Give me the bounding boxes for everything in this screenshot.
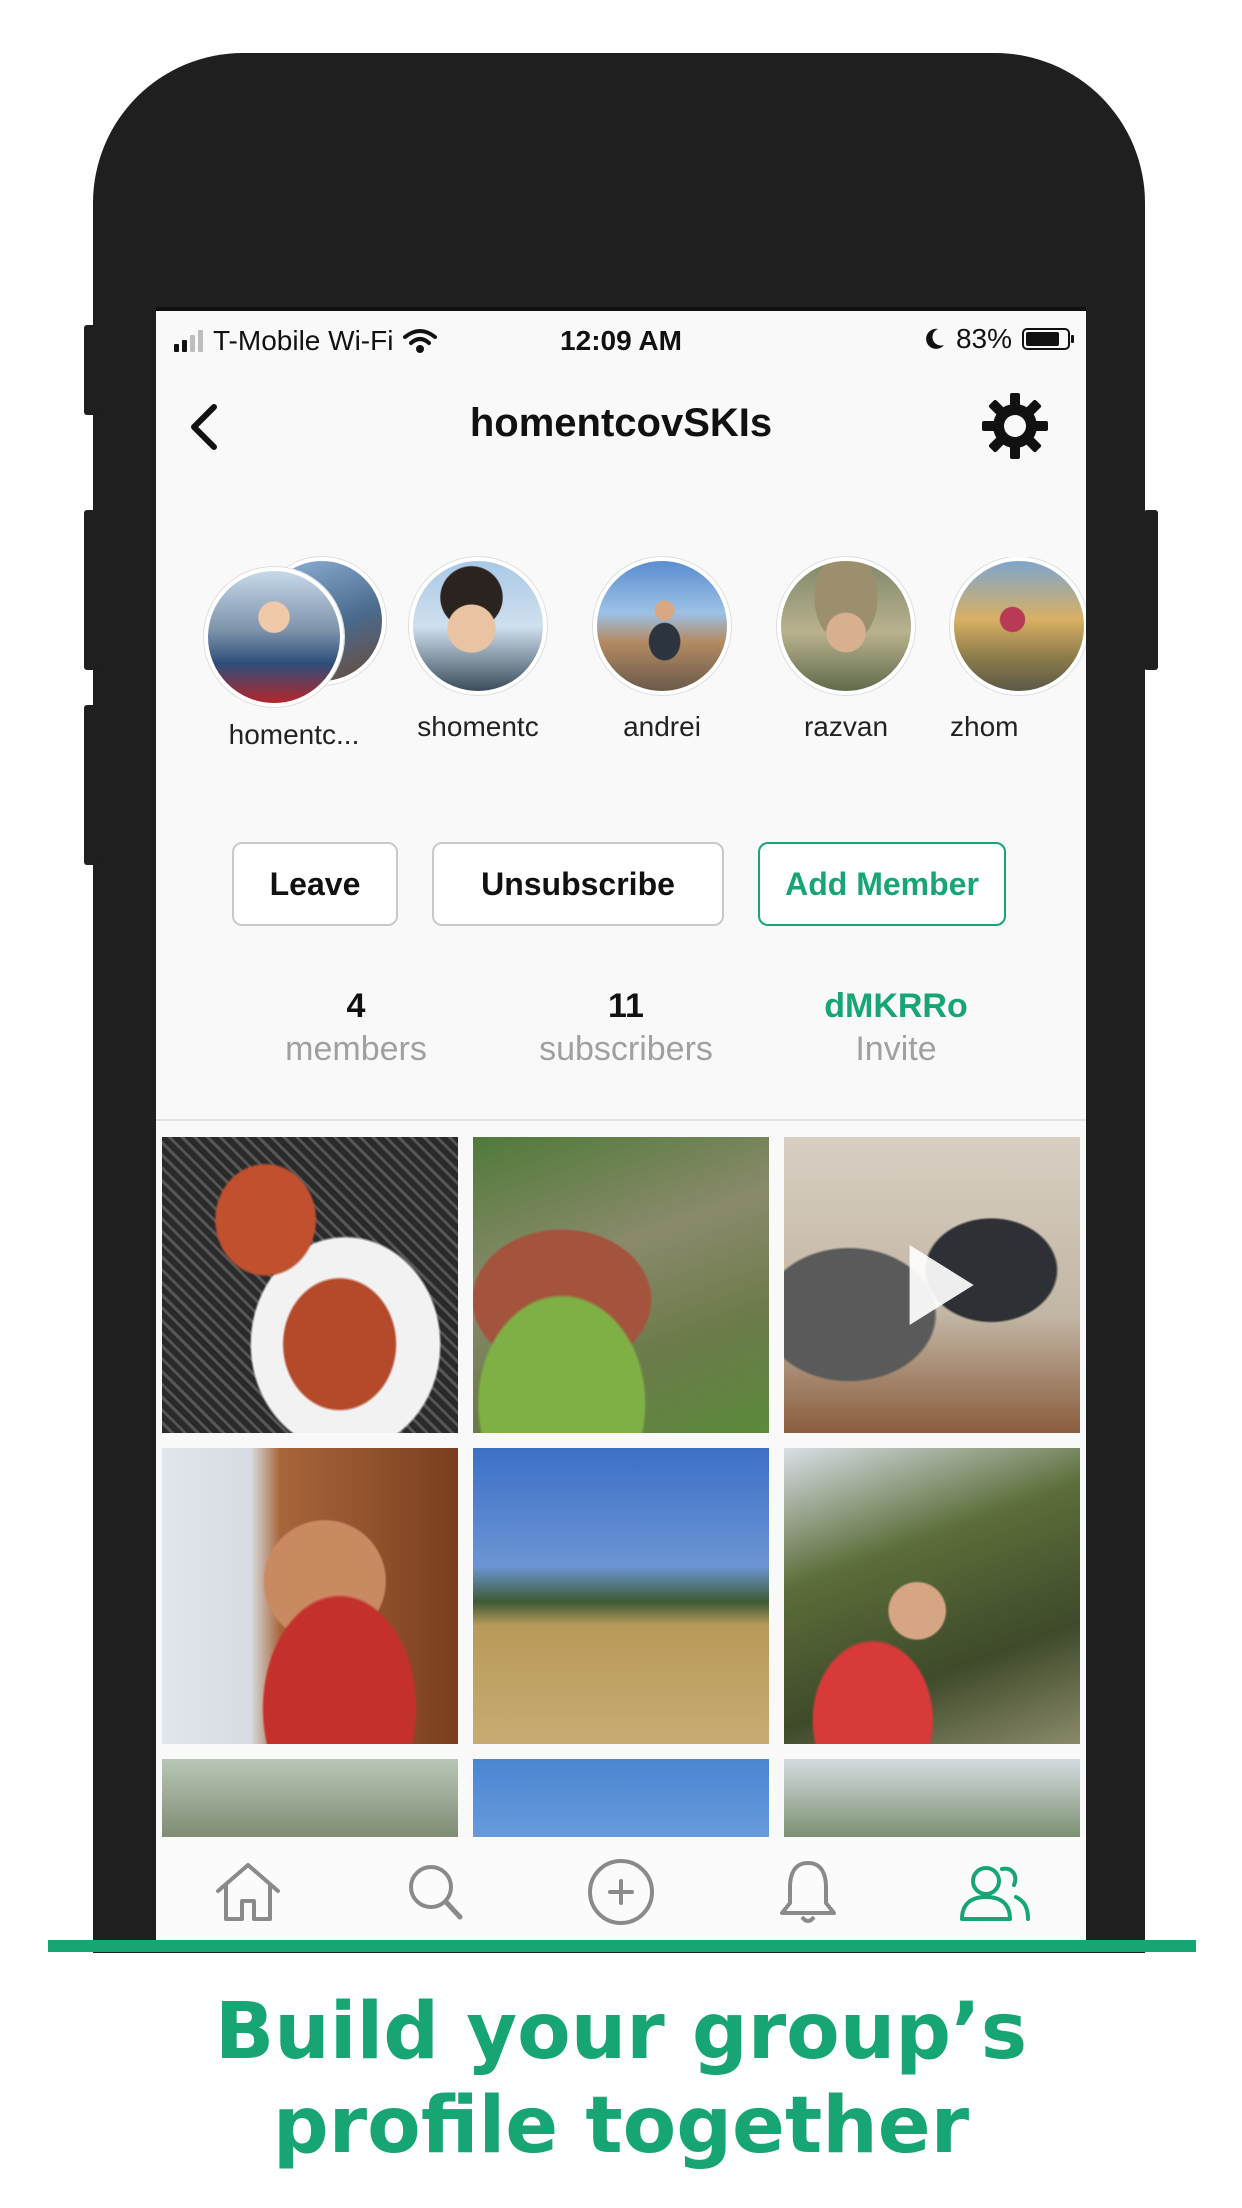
leave-button[interactable]: Leave bbox=[232, 842, 398, 926]
invite-label: Invite bbox=[855, 1030, 937, 1068]
page-title: homentcovSKIs bbox=[469, 401, 773, 445]
subscribers-stat[interactable]: 11 subscribers bbox=[496, 987, 756, 1069]
battery-fill bbox=[1026, 332, 1059, 346]
member-homentc[interactable]: homentc... bbox=[204, 557, 386, 751]
member-razvan[interactable]: razvan bbox=[756, 557, 936, 743]
phone-mute-switch bbox=[84, 325, 98, 415]
photo-hammock[interactable] bbox=[784, 1448, 1080, 1744]
unsubscribe-button[interactable]: Unsubscribe bbox=[432, 842, 724, 926]
accent-rule bbox=[48, 1940, 1196, 1952]
phone-volume-up bbox=[84, 510, 98, 670]
member-zhom[interactable]: zhom bbox=[940, 557, 1086, 743]
home-icon[interactable] bbox=[208, 1857, 288, 1927]
invite-code: dMKRRo bbox=[824, 987, 968, 1025]
battery-icon bbox=[1022, 328, 1074, 350]
photo-pizza[interactable] bbox=[162, 1137, 458, 1433]
photo-trees[interactable] bbox=[162, 1759, 458, 1837]
photo-hillside[interactable] bbox=[473, 1137, 769, 1433]
member-shomentc[interactable]: shomentc bbox=[388, 557, 568, 743]
search-icon[interactable] bbox=[396, 1857, 476, 1927]
screen-top-edge bbox=[156, 307, 1086, 311]
divider bbox=[156, 1119, 1086, 1121]
invite-stat[interactable]: dMKRRo Invite bbox=[766, 987, 1026, 1069]
members-count: 4 bbox=[346, 987, 366, 1025]
moon-icon bbox=[926, 328, 944, 349]
member-name: razvan bbox=[803, 711, 889, 742]
avatar bbox=[409, 557, 547, 695]
photo-grid bbox=[162, 1137, 1080, 1837]
photo-trail[interactable] bbox=[473, 1448, 769, 1744]
promo-caption: Build your group’s profile together bbox=[0, 1985, 1242, 2173]
gear-icon[interactable] bbox=[980, 391, 1050, 461]
phone-volume-down bbox=[84, 705, 98, 865]
status-bar: T-Mobile Wi-Fi 12:09 AM 83% bbox=[156, 307, 1086, 367]
add-circle-icon[interactable] bbox=[581, 1857, 661, 1927]
caption-line-2: profile together bbox=[272, 2081, 970, 2171]
member-name: homentc... bbox=[228, 719, 360, 750]
member-andrei[interactable]: andrei bbox=[572, 557, 752, 743]
video-indoor[interactable] bbox=[784, 1137, 1080, 1433]
subscribers-label: subscribers bbox=[539, 1030, 713, 1068]
member-name: zhom bbox=[950, 711, 1019, 742]
nav-bar: homentcovSKIs bbox=[156, 377, 1086, 477]
members-row: homentc... shomentc andrei razvan zhom bbox=[156, 557, 1086, 757]
photo-sky[interactable] bbox=[473, 1759, 769, 1837]
photo-forest[interactable] bbox=[784, 1759, 1080, 1837]
group-stats: 4 members 11 subscribers dMKRRo Invite bbox=[156, 987, 1086, 1087]
action-buttons: Leave Unsubscribe Add Member bbox=[156, 842, 1086, 928]
avatar bbox=[204, 567, 344, 707]
members-stat[interactable]: 4 members bbox=[226, 987, 486, 1069]
avatar bbox=[593, 557, 731, 695]
members-label: members bbox=[285, 1030, 427, 1068]
play-icon[interactable] bbox=[909, 1245, 974, 1325]
phone-power-button bbox=[1144, 510, 1158, 670]
caption-line-1: Build your group’s bbox=[214, 1987, 1028, 2077]
battery-percent: 83% bbox=[955, 323, 1012, 354]
subscribers-count: 11 bbox=[608, 987, 644, 1025]
tab-bar bbox=[156, 1837, 1086, 1947]
add-member-button[interactable]: Add Member bbox=[758, 842, 1006, 926]
bell-icon[interactable] bbox=[768, 1857, 848, 1927]
photo-pens-portrait[interactable] bbox=[162, 1448, 458, 1744]
status-right: 83% bbox=[922, 323, 1074, 355]
avatar bbox=[777, 557, 915, 695]
member-name: andrei bbox=[623, 711, 701, 742]
app-screen: T-Mobile Wi-Fi 12:09 AM 83% homentcovSKI… bbox=[156, 307, 1086, 1947]
member-name: shomentc bbox=[417, 711, 539, 742]
group-icon[interactable] bbox=[954, 1857, 1034, 1927]
avatar bbox=[950, 557, 1086, 695]
